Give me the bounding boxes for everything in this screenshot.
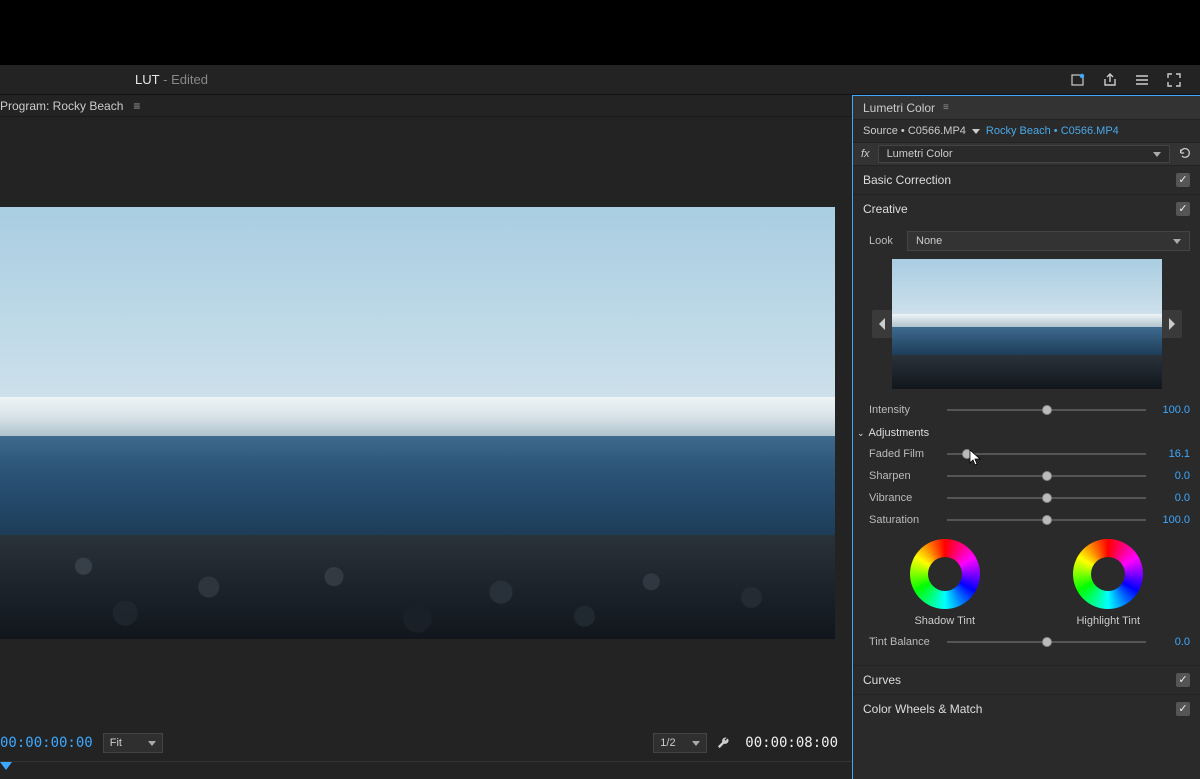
timecode-current[interactable]: 00:00:00:00 — [0, 735, 93, 751]
settings-icon[interactable] — [717, 735, 731, 752]
letterbox-top — [0, 0, 1200, 65]
sharpen-value[interactable]: 0.0 — [1150, 470, 1190, 482]
next-look-button[interactable] — [1162, 310, 1182, 338]
toggle-basic[interactable] — [1176, 173, 1190, 187]
chevron-down-icon — [1153, 152, 1161, 157]
hamburger-icon[interactable] — [1126, 70, 1158, 90]
highlight-tint-label: Highlight Tint — [1076, 615, 1140, 627]
look-label: Look — [869, 235, 899, 247]
sequence-label: Rocky Beach • C0566.MP4 — [986, 125, 1119, 137]
chevron-down-icon[interactable] — [972, 129, 980, 134]
intensity-slider[interactable] — [947, 409, 1146, 411]
faded-film-slider[interactable] — [947, 453, 1146, 455]
look-select[interactable]: None — [907, 231, 1190, 251]
panel-title: Lumetri Color — [863, 101, 935, 115]
section-head-curves[interactable]: Curves — [853, 666, 1200, 694]
video-frame — [0, 207, 835, 639]
caret-down-icon: ⌄ — [857, 428, 865, 439]
highlight-tint-wheel[interactable] — [1073, 539, 1143, 609]
section-basic-correction: Basic Correction — [853, 166, 1200, 195]
panel-menu-icon[interactable]: ≡ — [133, 99, 140, 113]
slider-sharpen: Sharpen 0.0 — [863, 465, 1190, 487]
fullscreen-icon[interactable] — [1158, 70, 1190, 90]
resolution-select[interactable]: 1/2 — [653, 733, 707, 753]
intensity-value[interactable]: 100.0 — [1150, 404, 1190, 416]
tint-balance-slider[interactable] — [947, 641, 1146, 643]
timecode-duration: 00:00:08:00 — [745, 735, 838, 751]
look-preview — [892, 259, 1162, 389]
saturation-value[interactable]: 100.0 — [1150, 514, 1190, 526]
vibrance-value[interactable]: 0.0 — [1150, 492, 1190, 504]
section-head-creative[interactable]: Creative — [853, 195, 1200, 223]
adjustments-toggle[interactable]: ⌄ Adjustments — [857, 427, 1190, 439]
toggle-curves[interactable] — [1176, 673, 1190, 687]
faded-film-value[interactable]: 16.1 — [1150, 448, 1190, 460]
time-ruler[interactable] — [0, 761, 852, 779]
section-curves: Curves — [853, 666, 1200, 695]
tint-balance-value[interactable]: 0.0 — [1150, 636, 1190, 648]
program-header: Program: Rocky Beach ≡ — [0, 95, 852, 117]
section-head-basic[interactable]: Basic Correction — [853, 166, 1200, 194]
fx-name-select[interactable]: Lumetri Color — [878, 145, 1170, 163]
new-item-icon[interactable] — [1062, 70, 1094, 90]
program-label: Program: Rocky Beach — [0, 99, 123, 113]
slider-intensity: Intensity 100.0 — [863, 399, 1190, 421]
reset-icon[interactable] — [1178, 146, 1192, 163]
document-title: LUT - Edited — [135, 72, 208, 87]
video-viewer[interactable] — [0, 117, 852, 725]
toggle-creative[interactable] — [1176, 202, 1190, 216]
chevron-down-icon — [1173, 239, 1181, 244]
lumetri-panel: Lumetri Color ≡ Source • C0566.MP4 Rocky… — [852, 95, 1200, 779]
source-label: Source • C0566.MP4 — [863, 125, 966, 137]
program-monitor: Program: Rocky Beach ≡ 00:00:00:00 Fit 1… — [0, 95, 852, 779]
slider-tint-balance: Tint Balance 0.0 — [863, 631, 1190, 653]
chevron-down-icon — [148, 741, 156, 746]
fx-row: fx Lumetri Color — [853, 142, 1200, 166]
slider-saturation: Saturation 100.0 — [863, 509, 1190, 531]
share-icon[interactable] — [1094, 70, 1126, 90]
source-row: Source • C0566.MP4 Rocky Beach • C0566.M… — [853, 120, 1200, 142]
shadow-tint-label: Shadow Tint — [914, 615, 975, 627]
panel-tab[interactable]: Lumetri Color ≡ — [853, 96, 1200, 120]
zoom-select[interactable]: Fit — [103, 733, 163, 753]
slider-vibrance: Vibrance 0.0 — [863, 487, 1190, 509]
section-color-wheels: Color Wheels & Match — [853, 695, 1200, 723]
shadow-tint-wheel[interactable] — [910, 539, 980, 609]
transport-bar: 00:00:00:00 Fit 1/2 00:00:08:00 — [0, 725, 852, 761]
toggle-wheels[interactable] — [1176, 702, 1190, 716]
saturation-slider[interactable] — [947, 519, 1146, 521]
fx-badge[interactable]: fx — [861, 148, 870, 160]
slider-faded-film: Faded Film 16.1 — [863, 443, 1190, 465]
section-creative: Creative Look None Intensity — [853, 195, 1200, 666]
chevron-down-icon — [692, 741, 700, 746]
section-head-wheels[interactable]: Color Wheels & Match — [853, 695, 1200, 723]
panel-menu-icon[interactable]: ≡ — [943, 102, 949, 113]
vibrance-slider[interactable] — [947, 497, 1146, 499]
title-bar: LUT - Edited — [0, 65, 1200, 95]
sharpen-slider[interactable] — [947, 475, 1146, 477]
playhead-icon[interactable] — [0, 762, 12, 770]
prev-look-button[interactable] — [872, 310, 892, 338]
